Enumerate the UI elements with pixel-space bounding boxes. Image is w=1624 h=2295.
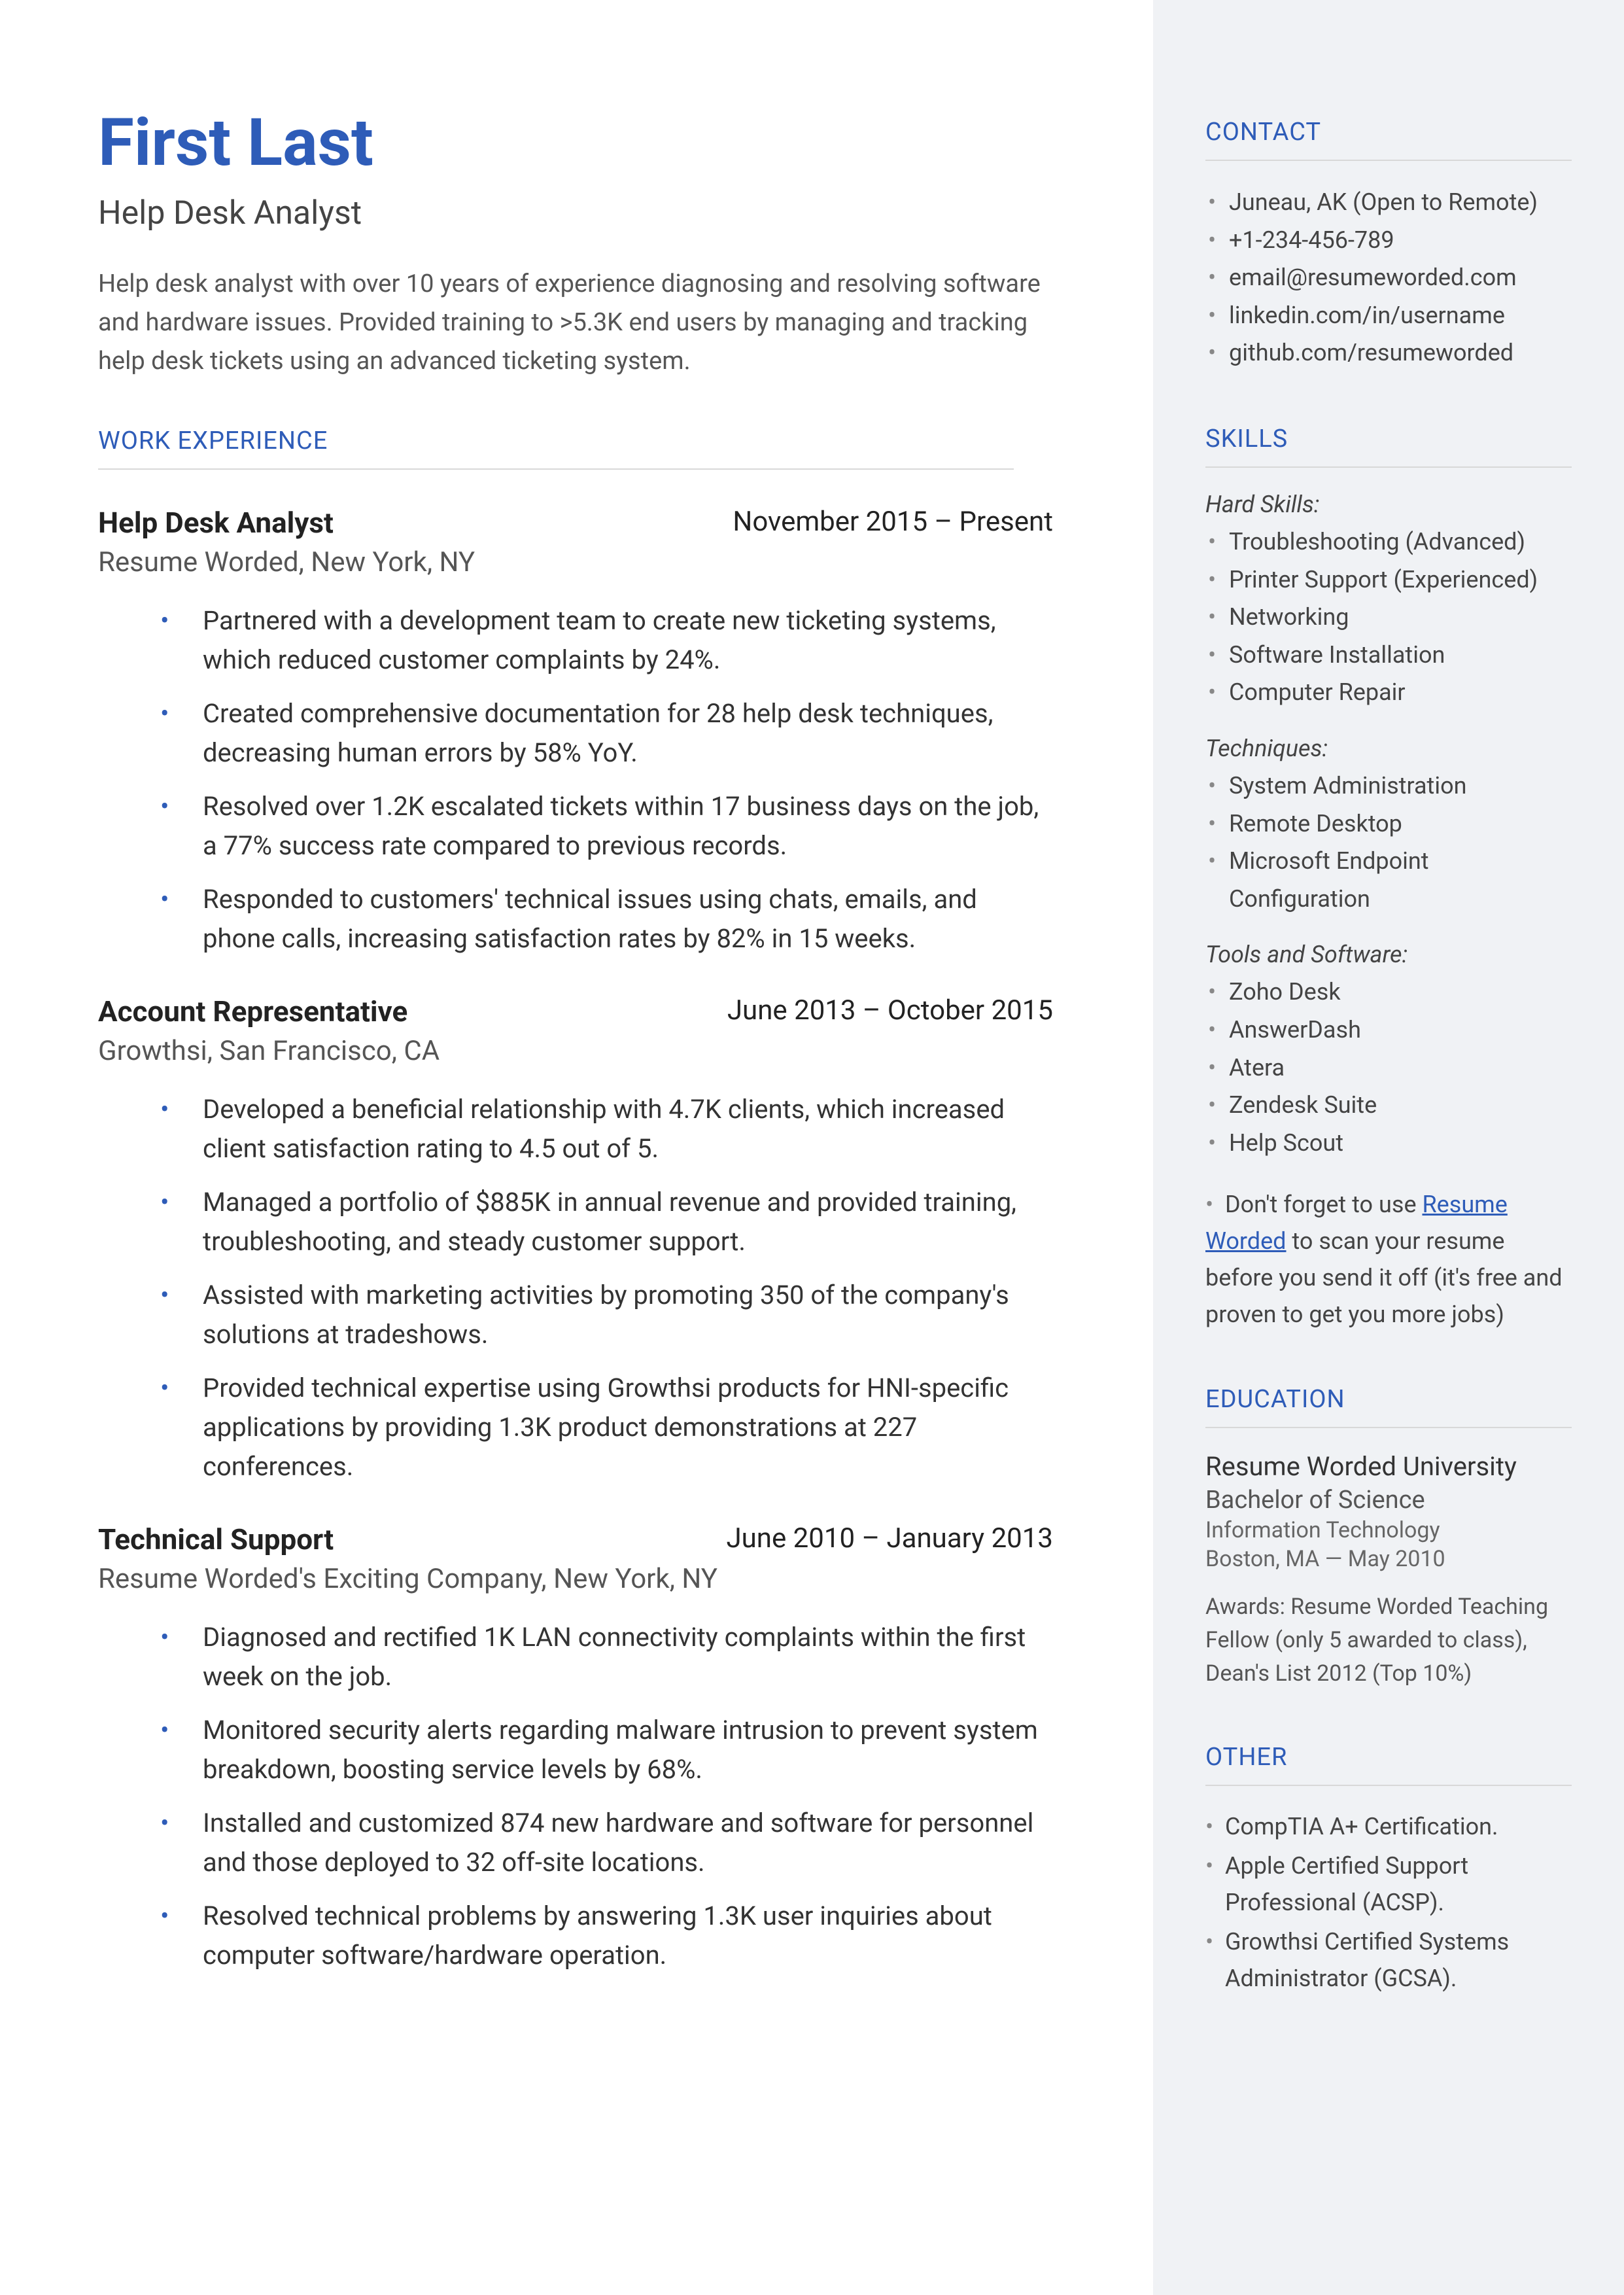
section-rule bbox=[1205, 1427, 1572, 1428]
education-field: Information Technology bbox=[1205, 1517, 1572, 1543]
skills-container: Hard Skills: Troubleshooting (Advanced)Pr… bbox=[1205, 491, 1572, 1162]
section-rule bbox=[1205, 466, 1572, 468]
job-bullet: Monitored security alerts regarding malw… bbox=[177, 1711, 1053, 1789]
resume-page: First Last Help Desk Analyst Help desk a… bbox=[0, 0, 1624, 2295]
skill-item: System Administration bbox=[1205, 767, 1572, 805]
skill-item: Software Installation bbox=[1205, 637, 1572, 674]
skills-heading: SKILLS bbox=[1205, 425, 1572, 453]
sidebar-column: CONTACT Juneau, AK (Open to Remote)+1-23… bbox=[1153, 0, 1624, 2295]
job-location: Resume Worded's Exciting Company, New Yo… bbox=[98, 1563, 1094, 1595]
contact-list: Juneau, AK (Open to Remote)+1-234-456-78… bbox=[1205, 184, 1572, 372]
other-item: Apple Certified Support Professional (AC… bbox=[1205, 1848, 1572, 1921]
job-header: Account Representative June 2013 – Octobe… bbox=[98, 994, 1053, 1028]
skill-list: System AdministrationRemote DesktopMicro… bbox=[1205, 767, 1572, 918]
education-heading: EDUCATION bbox=[1205, 1385, 1572, 1414]
contact-item: +1-234-456-789 bbox=[1205, 222, 1572, 260]
skill-item: Remote Desktop bbox=[1205, 805, 1572, 843]
job-entry: Technical Support June 2010 – January 201… bbox=[98, 1522, 1094, 1975]
job-bullet: Installed and customized 874 new hardwar… bbox=[177, 1804, 1053, 1882]
job-location: Resume Worded, New York, NY bbox=[98, 546, 1094, 578]
job-bullet: Resolved over 1.2K escalated tickets wit… bbox=[177, 787, 1053, 866]
job-bullet: Responded to customers' technical issues… bbox=[177, 880, 1053, 958]
skill-item: Help Scout bbox=[1205, 1125, 1572, 1163]
job-bullets: Diagnosed and rectified 1K LAN connectiv… bbox=[98, 1618, 1053, 1975]
skill-item: Printer Support (Experienced) bbox=[1205, 561, 1572, 599]
job-bullet: Managed a portfolio of $885K in annual r… bbox=[177, 1183, 1053, 1261]
job-bullet: Provided technical expertise using Growt… bbox=[177, 1369, 1053, 1486]
job-title: Technical Support bbox=[98, 1522, 334, 1556]
skill-item: Zoho Desk bbox=[1205, 973, 1572, 1011]
contact-item: email@resumeworded.com bbox=[1205, 259, 1572, 297]
job-bullet: Developed a beneficial relationship with… bbox=[177, 1090, 1053, 1168]
job-header: Technical Support June 2010 – January 201… bbox=[98, 1522, 1053, 1556]
skills-note-pre: Don't forget to use bbox=[1225, 1191, 1422, 1218]
contact-item: linkedin.com/in/username bbox=[1205, 297, 1572, 335]
job-title: Account Representative bbox=[98, 994, 407, 1028]
skill-item: AnswerDash bbox=[1205, 1011, 1572, 1049]
education-section: EDUCATION Resume Worded University Bache… bbox=[1205, 1385, 1572, 1691]
education-school: Resume Worded University bbox=[1205, 1451, 1572, 1482]
section-rule bbox=[98, 468, 1014, 470]
job-bullet: Diagnosed and rectified 1K LAN connectiv… bbox=[177, 1618, 1053, 1696]
skill-list: Troubleshooting (Advanced)Printer Suppor… bbox=[1205, 523, 1572, 712]
contact-item: Juneau, AK (Open to Remote) bbox=[1205, 184, 1572, 222]
skill-item: Atera bbox=[1205, 1049, 1572, 1087]
job-bullet: Assisted with marketing activities by pr… bbox=[177, 1276, 1053, 1354]
skill-item: Networking bbox=[1205, 599, 1572, 637]
main-column: First Last Help Desk Analyst Help desk a… bbox=[0, 0, 1153, 2295]
contact-section: CONTACT Juneau, AK (Open to Remote)+1-23… bbox=[1205, 118, 1572, 372]
skill-group-label: Tools and Software: bbox=[1205, 941, 1572, 968]
skills-section: SKILLS Hard Skills: Troubleshooting (Adva… bbox=[1205, 425, 1572, 1333]
job-title: Help Desk Analyst bbox=[98, 506, 334, 540]
education-awards: Awards: Resume Worded Teaching Fellow (o… bbox=[1205, 1590, 1572, 1691]
skill-list: Zoho DeskAnswerDashAteraZendesk SuiteHel… bbox=[1205, 973, 1572, 1162]
other-list: CompTIA A+ Certification.Apple Certified… bbox=[1205, 1809, 1572, 1997]
job-bullet: Partnered with a development team to cre… bbox=[177, 601, 1053, 680]
candidate-name: First Last bbox=[98, 105, 1094, 181]
skill-group-label: Hard Skills: bbox=[1205, 491, 1572, 518]
education-degree: Bachelor of Science bbox=[1205, 1486, 1572, 1515]
job-dates: November 2015 – Present bbox=[733, 506, 1053, 540]
candidate-summary: Help desk analyst with over 10 years of … bbox=[98, 265, 1053, 381]
other-heading: OTHER bbox=[1205, 1743, 1572, 1772]
skill-item: Microsoft Endpoint Configuration bbox=[1205, 843, 1572, 918]
skill-item: Troubleshooting (Advanced) bbox=[1205, 523, 1572, 561]
education-location: Boston, MA — May 2010 bbox=[1205, 1546, 1572, 1572]
job-entry: Account Representative June 2013 – Octobe… bbox=[98, 994, 1094, 1486]
job-header: Help Desk Analyst November 2015 – Present bbox=[98, 506, 1053, 540]
section-rule bbox=[1205, 160, 1572, 161]
job-bullet: Created comprehensive documentation for … bbox=[177, 694, 1053, 773]
other-section: OTHER CompTIA A+ Certification.Apple Cer… bbox=[1205, 1743, 1572, 1997]
job-bullets: Developed a beneficial relationship with… bbox=[98, 1090, 1053, 1486]
other-item: CompTIA A+ Certification. bbox=[1205, 1809, 1572, 1846]
job-entry: Help Desk Analyst November 2015 – Present… bbox=[98, 506, 1094, 958]
jobs-container: Help Desk Analyst November 2015 – Present… bbox=[98, 506, 1094, 1975]
section-rule bbox=[1205, 1785, 1572, 1786]
job-bullet: Resolved technical problems by answering… bbox=[177, 1897, 1053, 1975]
skills-note: •Don't forget to use Resume Worded to sc… bbox=[1205, 1187, 1572, 1333]
other-item: Growthsi Certified Systems Administrator… bbox=[1205, 1924, 1572, 1997]
skill-group-label: Techniques: bbox=[1205, 735, 1572, 762]
contact-item: github.com/resumeworded bbox=[1205, 334, 1572, 372]
work-experience-heading: WORK EXPERIENCE bbox=[98, 427, 1094, 455]
skill-item: Computer Repair bbox=[1205, 674, 1572, 712]
skill-item: Zendesk Suite bbox=[1205, 1087, 1572, 1125]
candidate-title: Help Desk Analyst bbox=[98, 194, 1094, 232]
job-bullets: Partnered with a development team to cre… bbox=[98, 601, 1053, 958]
job-location: Growthsi, San Francisco, CA bbox=[98, 1035, 1094, 1067]
contact-heading: CONTACT bbox=[1205, 118, 1572, 147]
job-dates: June 2013 – October 2015 bbox=[727, 994, 1053, 1028]
job-dates: June 2010 – January 2013 bbox=[726, 1522, 1053, 1556]
